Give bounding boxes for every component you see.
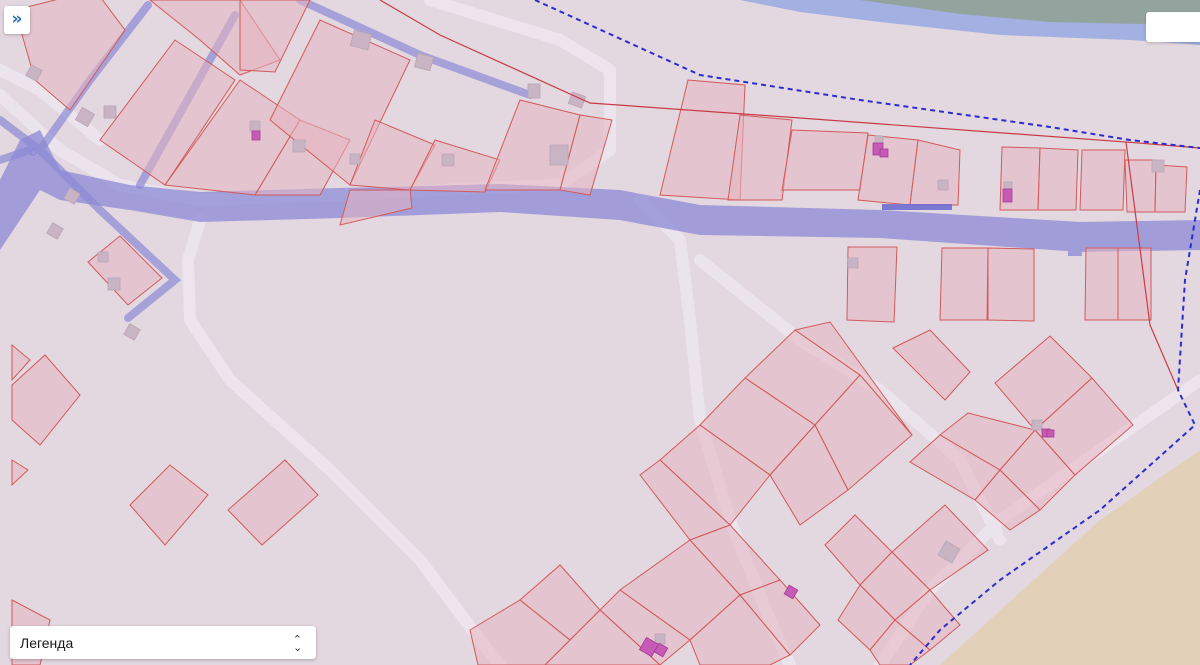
legend-label: Легенда [20, 634, 74, 651]
map-canvas[interactable] [0, 0, 1200, 665]
legend-dropdown[interactable]: Легенда ⌃ ⌃ [10, 626, 316, 659]
top-right-control-panel[interactable] [1146, 12, 1200, 42]
chevron-up-down-icon: ⌃ ⌃ [292, 632, 302, 653]
river-segment [882, 204, 952, 210]
expand-sidebar-button[interactable]: » [4, 6, 30, 34]
map-view[interactable]: » Легенда ⌃ ⌃ [0, 0, 1200, 665]
double-chevron-right-icon: » [11, 8, 23, 29]
